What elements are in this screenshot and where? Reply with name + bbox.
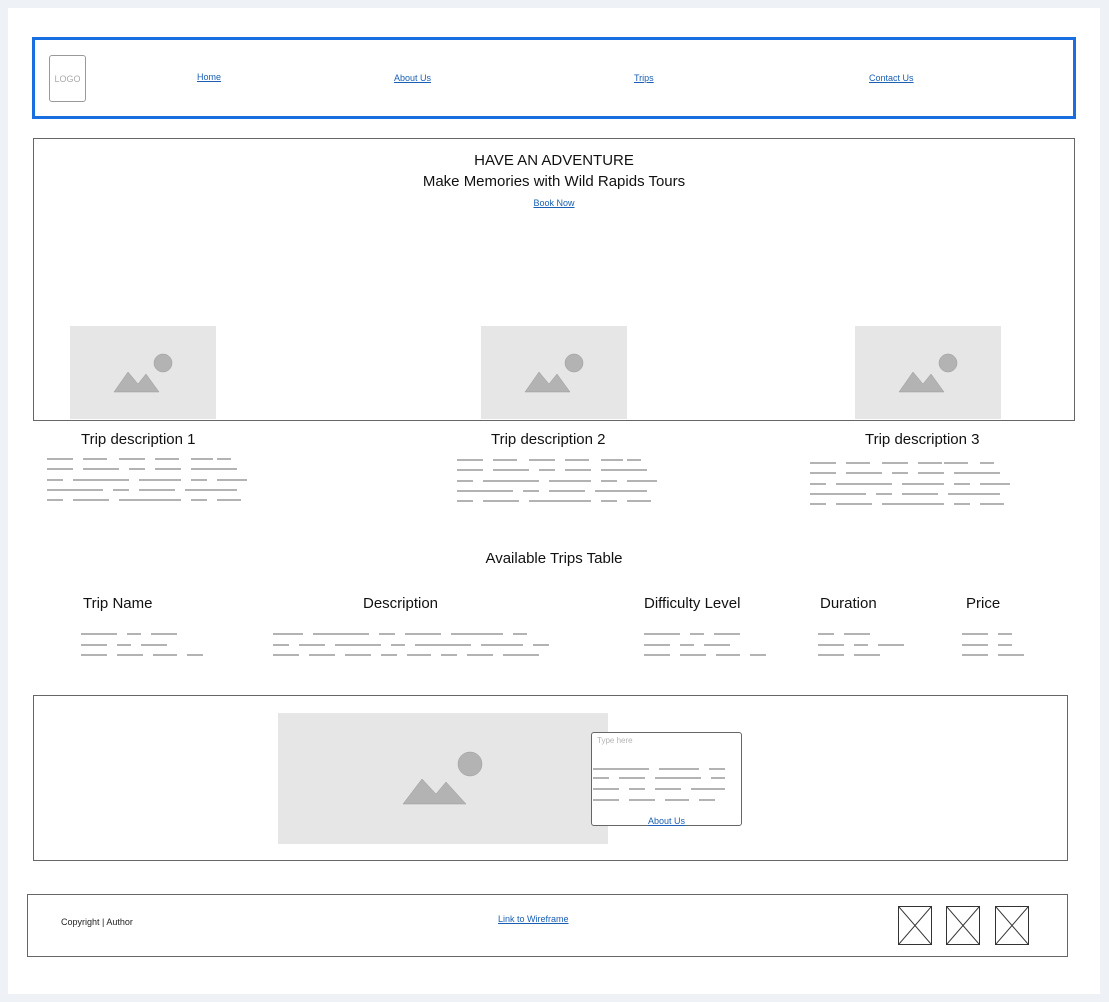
site-header: LOGO Home About Us Trips Contact Us bbox=[32, 37, 1076, 119]
table-header-description: Description bbox=[363, 595, 439, 612]
wireframe-page: LOGO Home About Us Trips Contact Us HAVE… bbox=[8, 8, 1100, 994]
table-cell-description bbox=[273, 633, 563, 659]
table-cell-duration bbox=[818, 633, 918, 659]
nav-about-link[interactable]: About Us bbox=[394, 73, 431, 83]
about-input-placeholder[interactable]: Type here bbox=[597, 736, 633, 745]
image-placeholder-icon bbox=[402, 751, 483, 805]
nav-contact-link[interactable]: Contact Us bbox=[869, 73, 914, 83]
table-title: Available Trips Table bbox=[485, 550, 623, 567]
trip-description-2-title: Trip description 2 bbox=[491, 431, 606, 448]
wireframe-link[interactable]: Link to Wireframe bbox=[498, 914, 569, 924]
table-cell-trip-name bbox=[81, 633, 211, 659]
trip-description-3-text bbox=[810, 462, 1020, 512]
table-header-price: Price bbox=[966, 595, 1001, 612]
about-section: Type here About Us bbox=[33, 695, 1068, 861]
trip-description-1-title: Trip description 1 bbox=[81, 431, 196, 448]
table-header-duration: Duration bbox=[820, 595, 877, 612]
social-placeholder-icon-3[interactable] bbox=[995, 906, 1029, 945]
table-cell-difficulty bbox=[644, 633, 774, 659]
trip-image-2 bbox=[481, 326, 627, 419]
trip-description-2-text bbox=[457, 459, 667, 509]
logo[interactable]: LOGO bbox=[49, 55, 86, 102]
copyright-text: Copyright | Author bbox=[61, 917, 133, 927]
image-placeholder-icon bbox=[524, 353, 584, 393]
about-us-link[interactable]: About Us bbox=[648, 816, 685, 826]
trip-image-3 bbox=[855, 326, 1001, 419]
about-card[interactable]: Type here About Us bbox=[591, 732, 742, 826]
trip-description-3-title: Trip description 3 bbox=[865, 431, 980, 448]
about-card-text bbox=[592, 768, 741, 804]
table-header-difficulty: Difficulty Level bbox=[644, 595, 741, 612]
hero-title: HAVE AN ADVENTURE bbox=[474, 152, 634, 169]
social-placeholder-icon-1[interactable] bbox=[898, 906, 932, 945]
trip-description-1-text bbox=[47, 458, 257, 508]
hero-section: HAVE AN ADVENTURE Make Memories with Wil… bbox=[33, 138, 1075, 421]
site-footer: Copyright | Author Link to Wireframe bbox=[27, 894, 1068, 957]
nav-home-link[interactable]: Home bbox=[197, 72, 221, 82]
social-placeholder-icon-2[interactable] bbox=[946, 906, 980, 945]
table-header-trip-name: Trip Name bbox=[83, 595, 153, 612]
trip-image-1 bbox=[70, 326, 216, 419]
hero-subtitle: Make Memories with Wild Rapids Tours bbox=[422, 173, 686, 190]
image-placeholder-icon bbox=[898, 353, 958, 393]
logo-text: LOGO bbox=[54, 73, 81, 84]
book-now-link[interactable]: Book Now bbox=[533, 198, 574, 208]
nav-trips-link[interactable]: Trips bbox=[634, 73, 654, 83]
image-placeholder-icon bbox=[113, 353, 173, 393]
table-cell-price bbox=[962, 633, 1032, 659]
about-image bbox=[278, 713, 608, 844]
